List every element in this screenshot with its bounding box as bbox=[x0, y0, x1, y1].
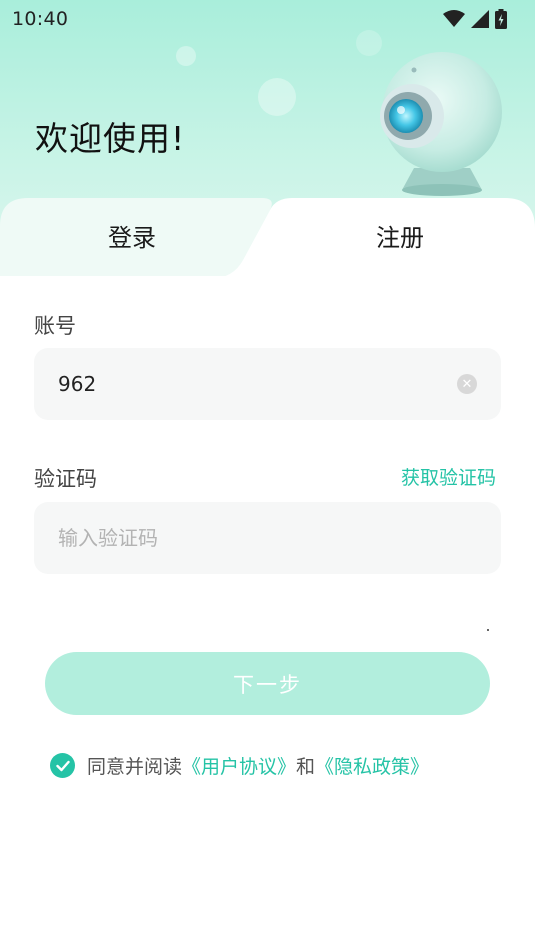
tab-login[interactable]: 登录 bbox=[108, 218, 156, 253]
agreement-row: 同意并阅读 《用户协议》 和 《隐私政策》 bbox=[50, 752, 429, 779]
account-label: 账号 bbox=[34, 314, 76, 338]
agree-checkbox[interactable] bbox=[50, 753, 75, 778]
stray-dot bbox=[487, 629, 489, 631]
code-field-container bbox=[34, 502, 501, 574]
signal-icon bbox=[471, 10, 489, 28]
account-field-container: ✕ bbox=[34, 348, 501, 420]
account-input[interactable] bbox=[58, 372, 457, 396]
status-icons bbox=[443, 9, 507, 29]
privacy-policy-link[interactable]: 《隐私政策》 bbox=[315, 752, 429, 779]
tab-register[interactable]: 注册 bbox=[376, 218, 424, 253]
agreement-prefix: 同意并阅读 bbox=[87, 756, 183, 778]
clear-icon[interactable]: ✕ bbox=[457, 374, 477, 394]
agreement-and: 和 bbox=[296, 756, 316, 778]
next-step-button[interactable]: 下一步 bbox=[45, 652, 490, 715]
code-input[interactable] bbox=[58, 526, 477, 550]
welcome-title: 欢迎使用! bbox=[35, 119, 186, 158]
status-bar: 10:40 bbox=[0, 0, 535, 38]
check-icon bbox=[55, 760, 70, 771]
code-label: 验证码 bbox=[34, 467, 97, 491]
battery-icon bbox=[495, 9, 507, 29]
decor-bubble bbox=[258, 78, 296, 116]
decor-bubble bbox=[176, 46, 196, 66]
user-agreement-link[interactable]: 《用户协议》 bbox=[182, 752, 296, 779]
status-time: 10:40 bbox=[12, 8, 69, 30]
camera-illustration bbox=[380, 52, 502, 196]
wifi-icon bbox=[443, 10, 465, 27]
get-code-button[interactable]: 获取验证码 bbox=[401, 463, 496, 490]
